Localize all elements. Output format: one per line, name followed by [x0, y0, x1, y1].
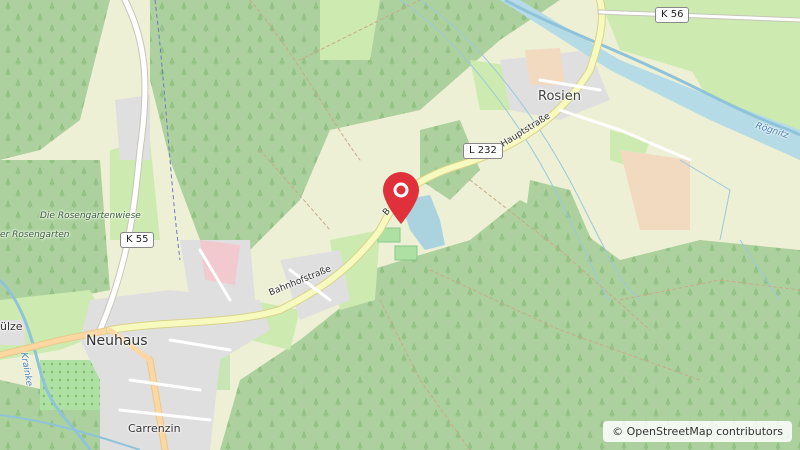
attribution-text[interactable]: © OpenStreetMap contributors — [612, 425, 783, 438]
place-label-rosien: Rosien — [538, 89, 582, 104]
area-label-rosengarten: er Rosengarten — [0, 230, 70, 240]
location-pin-icon[interactable] — [379, 170, 423, 226]
road-shield-k56: K 56 — [655, 7, 690, 23]
map-canvas[interactable]: Neuhaus Rosien Carrenzin ülze Die Roseng… — [0, 0, 800, 450]
place-label-neuhaus: Neuhaus — [86, 333, 148, 349]
road-shield-l232: L 232 — [463, 143, 503, 159]
place-label-carrenzin: Carrenzin — [128, 422, 181, 435]
road-shield-k55: K 55 — [120, 232, 155, 248]
place-label-sulze: ülze — [0, 320, 23, 333]
area-label-rosengartenwiese: Die Rosengartenwiese — [40, 211, 141, 221]
map-attribution[interactable]: © OpenStreetMap contributors — [603, 421, 792, 442]
